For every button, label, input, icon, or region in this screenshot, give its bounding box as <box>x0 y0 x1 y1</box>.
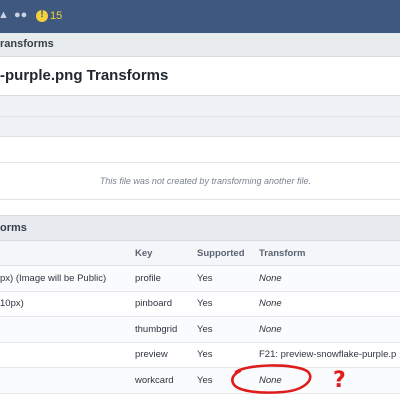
breadcrumb[interactable]: ransforms <box>0 33 400 57</box>
cell-transform: None <box>259 367 400 394</box>
cell-name: px) (Image will be Public) <box>0 265 135 292</box>
table-row: preview Yes F21: preview-snowflake-purpl… <box>0 342 400 368</box>
table-row: thumbgrid Yes None <box>0 316 400 343</box>
cell-name <box>0 367 135 394</box>
table-row: px) (Image will be Public) profile Yes N… <box>0 265 400 292</box>
col-supported: Supported <box>197 241 259 266</box>
col-name <box>0 241 135 266</box>
transform-link[interactable]: F21: preview-snowflake-purple.p <box>259 342 400 368</box>
cell-supported: Yes <box>197 265 259 292</box>
table-row: 10px) pinboard Yes None <box>0 291 400 317</box>
derived-header-row <box>0 137 400 163</box>
cell-supported: Yes <box>197 316 259 343</box>
col-transform: Transform <box>259 241 400 266</box>
alert-icon[interactable] <box>36 9 48 22</box>
cell-supported: Yes <box>197 291 259 317</box>
transforms-section-title: orms <box>0 215 400 241</box>
cell-key: workcard <box>135 367 197 394</box>
table-header-row: Key Supported Transform <box>0 241 400 266</box>
page-title: -purple.png Transforms <box>0 57 400 96</box>
transforms-table: Key Supported Transform px) (Image will … <box>0 241 400 394</box>
cell-transform: None <box>259 316 400 343</box>
cell-name <box>0 316 135 343</box>
alert-count[interactable]: 15 <box>50 10 62 22</box>
top-navbar: ▲ ●● 15 <box>0 0 400 34</box>
cell-name: 10px) <box>0 291 135 317</box>
table-row: workcard Yes None <box>0 367 400 394</box>
bell-icon[interactable]: ▲ <box>0 9 9 21</box>
section-divider <box>0 96 400 117</box>
section-header-derived <box>0 117 400 137</box>
cell-key: profile <box>135 265 197 292</box>
cell-supported: Yes <box>197 342 259 368</box>
cell-transform: None <box>259 265 400 292</box>
cell-name <box>0 342 135 368</box>
cell-key: preview <box>135 342 197 368</box>
chat-icon[interactable]: ●● <box>14 9 27 21</box>
cell-key: thumbgrid <box>135 316 197 343</box>
cell-key: pinboard <box>135 291 197 317</box>
cell-transform: None <box>259 291 400 317</box>
cell-supported: Yes <box>197 367 259 394</box>
derived-empty-message: This file was not created by transformin… <box>0 163 400 200</box>
col-key: Key <box>135 241 197 266</box>
